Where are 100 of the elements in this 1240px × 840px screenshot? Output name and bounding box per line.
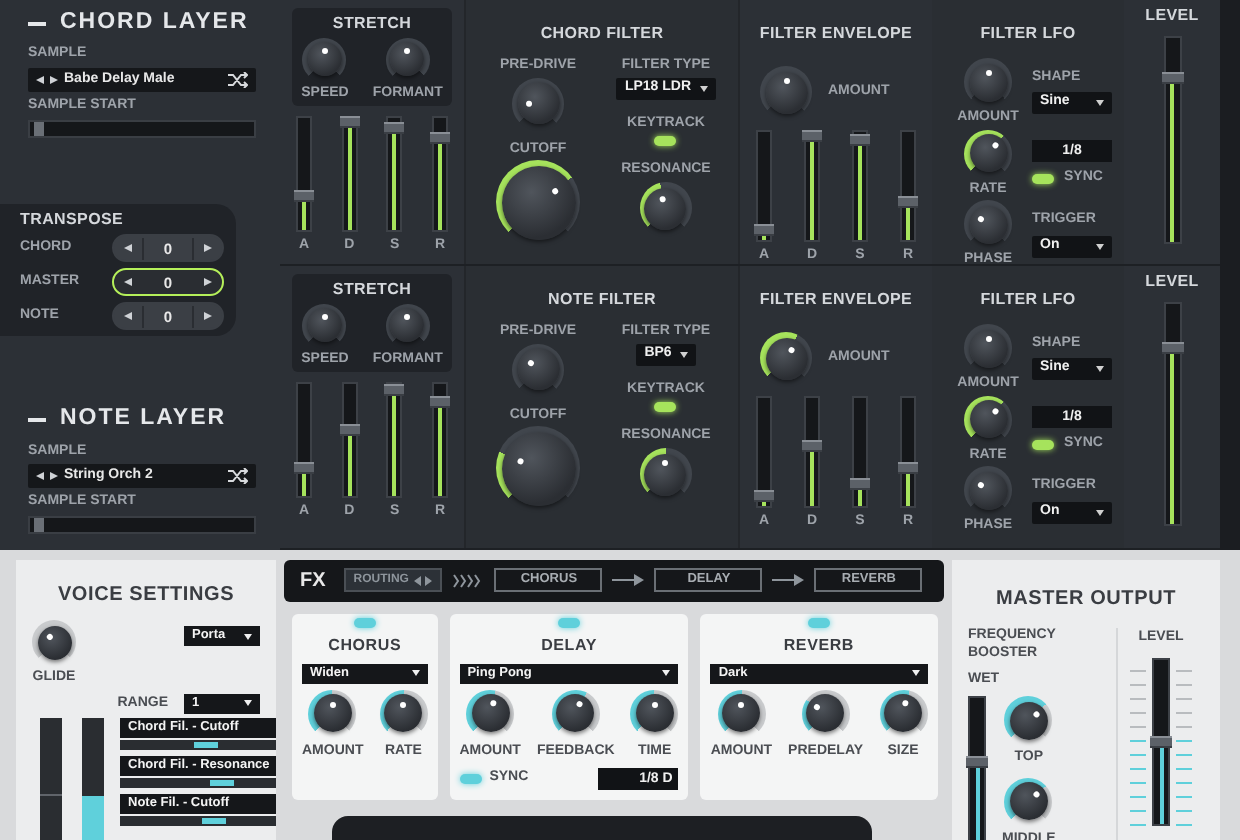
fader-thumb[interactable]	[898, 196, 918, 209]
fader-track[interactable]	[431, 116, 448, 233]
panel-title: NOTE FILTER	[547, 290, 657, 308]
fader-thumb[interactable]	[384, 121, 405, 134]
fader-thumb[interactable]	[1161, 72, 1183, 84]
sync-toggle[interactable]	[1032, 173, 1054, 184]
fader-thumb[interactable]	[1161, 341, 1183, 354]
fader-track[interactable]	[900, 130, 916, 242]
fader-track[interactable]	[968, 696, 986, 840]
fader-thumb[interactable]	[384, 384, 405, 397]
effect-title: DELAY	[541, 633, 597, 658]
knob[interactable]	[639, 182, 692, 235]
fader-track[interactable]	[40, 718, 62, 840]
fader-thumb[interactable]	[294, 462, 314, 475]
fader-thumb[interactable]	[754, 223, 774, 236]
power-toggle[interactable]	[558, 617, 581, 628]
slider-thumb[interactable]	[193, 742, 218, 748]
fader-thumb[interactable]	[429, 395, 450, 408]
knob[interactable]	[964, 129, 1012, 178]
fader-thumb[interactable]	[850, 133, 870, 146]
right-triangle-icon	[50, 75, 58, 84]
knob[interactable]	[717, 689, 766, 738]
fader-track[interactable]	[756, 130, 772, 242]
power-toggle[interactable]	[807, 617, 830, 628]
knob[interactable]	[551, 689, 600, 738]
fader-thumb[interactable]	[754, 489, 774, 502]
fader-track[interactable]	[900, 396, 916, 508]
mod-amount-slider[interactable]	[120, 816, 276, 826]
power-toggle[interactable]	[353, 617, 376, 628]
panel-title: MASTER OUTPUT	[995, 588, 1176, 610]
keytrack-toggle[interactable]	[654, 136, 677, 147]
collapse-icon[interactable]	[28, 21, 46, 26]
fader-thumb[interactable]	[429, 132, 450, 145]
arrow-icon	[612, 574, 645, 587]
panel-title: STRETCH	[332, 14, 412, 34]
fader-track[interactable]	[341, 382, 358, 499]
fader-thumb[interactable]	[339, 115, 360, 128]
fader-track[interactable]	[431, 382, 448, 499]
fader-track[interactable]	[1163, 35, 1181, 244]
knob[interactable]	[308, 689, 357, 738]
left-right-arrows-icon	[414, 575, 433, 586]
chevrons-icon	[452, 573, 485, 588]
knob[interactable]	[466, 689, 515, 738]
section-title: TRANSPOSE	[20, 209, 126, 229]
shuffle-icon[interactable]	[228, 71, 248, 88]
caret-icon	[1096, 509, 1104, 516]
slider-thumb[interactable]	[210, 780, 235, 786]
fader-track[interactable]	[386, 382, 403, 499]
fader-track[interactable]	[804, 396, 820, 508]
knob[interactable]	[630, 689, 679, 738]
keytrack-toggle[interactable]	[654, 402, 677, 413]
fader-thumb[interactable]	[850, 478, 870, 491]
slider-thumb[interactable]	[34, 518, 45, 532]
knob[interactable]	[639, 448, 692, 501]
fader-track[interactable]	[296, 116, 312, 233]
slider-thumb[interactable]	[202, 818, 227, 824]
fader-track[interactable]	[804, 130, 820, 242]
fader-thumb[interactable]	[966, 756, 988, 769]
next-button[interactable]	[50, 468, 58, 485]
next-button[interactable]	[50, 71, 58, 88]
knob[interactable]	[379, 689, 428, 738]
fader-track[interactable]	[756, 396, 772, 508]
mod-amount-slider[interactable]	[120, 778, 276, 788]
panel-title: LEVEL	[1145, 6, 1199, 26]
slider-thumb[interactable]	[34, 121, 45, 136]
fader-thumb[interactable]	[898, 462, 918, 475]
knob[interactable]	[1004, 696, 1053, 744]
mod-amount-slider[interactable]	[120, 740, 276, 750]
sync-toggle[interactable]	[459, 774, 482, 785]
sample-start-slider[interactable]	[28, 119, 256, 138]
knob[interactable]	[496, 426, 580, 511]
fader-track[interactable]	[341, 116, 358, 233]
knob[interactable]	[32, 620, 76, 664]
fader-track[interactable]	[1152, 657, 1170, 825]
caret-icon	[244, 633, 252, 639]
fader-track[interactable]	[1163, 301, 1181, 526]
previous-button[interactable]	[36, 71, 44, 88]
shuffle-icon[interactable]	[228, 468, 248, 485]
fader-thumb[interactable]	[802, 129, 822, 142]
fader-thumb[interactable]	[339, 423, 360, 436]
fader-track[interactable]	[852, 130, 868, 242]
sync-toggle[interactable]	[1032, 439, 1054, 450]
caret-icon	[411, 670, 420, 677]
left-triangle-icon	[36, 75, 44, 84]
fader-track[interactable]	[386, 116, 403, 233]
fader-track[interactable]	[852, 396, 868, 508]
fader-thumb[interactable]	[294, 190, 314, 203]
previous-button[interactable]	[36, 468, 44, 485]
knob[interactable]	[760, 332, 812, 384]
fader-thumb[interactable]	[1150, 735, 1172, 747]
caret-icon	[662, 670, 671, 677]
knob[interactable]	[879, 689, 928, 738]
knob[interactable]	[1004, 777, 1053, 825]
caret-icon	[1096, 366, 1104, 373]
fader-track[interactable]	[296, 382, 312, 499]
knob[interactable]	[964, 395, 1012, 444]
fader-thumb[interactable]	[802, 440, 822, 453]
sample-start-slider[interactable]	[28, 516, 256, 534]
knob[interactable]	[801, 689, 850, 738]
knob[interactable]	[496, 160, 580, 245]
